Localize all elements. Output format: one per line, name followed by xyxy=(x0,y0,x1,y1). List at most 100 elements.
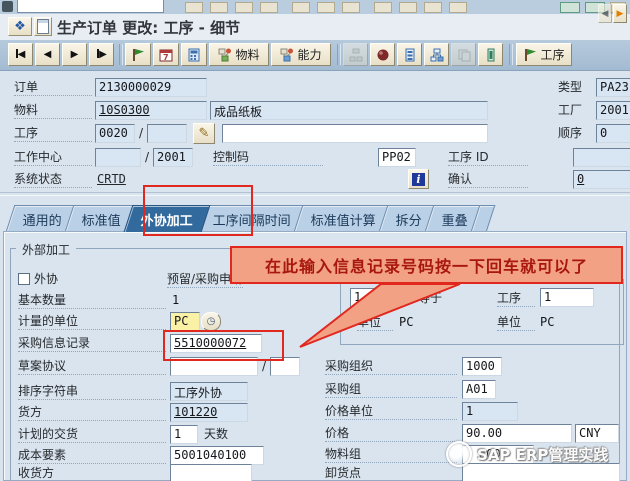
material-label: 物料 xyxy=(14,103,92,119)
subcontracting-checkbox[interactable] xyxy=(18,273,30,285)
find-next-icon[interactable] xyxy=(342,2,360,13)
order-type-field[interactable]: PA23 xyxy=(596,78,630,97)
new-session-icon[interactable] xyxy=(560,2,580,13)
price-label: 价格 xyxy=(325,426,457,442)
document-icon xyxy=(37,19,49,34)
operation-id-label: 工序 ID xyxy=(448,150,528,166)
page-last-icon[interactable] xyxy=(449,2,467,13)
hierarchy-button-disabled xyxy=(343,43,368,66)
operation-id-field[interactable] xyxy=(573,148,630,167)
currency-field[interactable]: CNY xyxy=(575,424,619,443)
material-description-field[interactable]: 成品纸板 xyxy=(210,101,488,120)
planned-delivery-field[interactable]: 1 xyxy=(170,425,198,444)
material-group-field[interactable]: 800 xyxy=(462,445,534,464)
price-unit-field[interactable]: 1 xyxy=(462,402,518,421)
cancel-icon[interactable] xyxy=(260,2,278,13)
days-label: 天数 xyxy=(204,427,228,442)
matchcode-button[interactable]: ◷ xyxy=(201,312,221,331)
price-field[interactable]: 90.00 xyxy=(462,424,572,443)
plant-field[interactable]: 2001 xyxy=(596,101,630,120)
capacity-icon xyxy=(280,48,294,62)
vendor-field[interactable]: 101220 xyxy=(170,403,248,422)
previous-icon: ◀ xyxy=(44,50,52,60)
control-key-field[interactable]: PP02 xyxy=(378,148,416,167)
command-field[interactable] xyxy=(17,0,164,13)
price-unit-label: 价格单位 xyxy=(325,404,457,420)
purchasing-org-field[interactable]: 1000 xyxy=(462,357,502,376)
unit-of-measure-field[interactable]: PC xyxy=(170,312,200,331)
page-title: 生产订单 更改: 工序 - 细节 xyxy=(57,17,240,38)
chevron-right-icon: ▶ xyxy=(617,9,624,19)
work-center-label: 工作中心 xyxy=(14,150,92,166)
costs-button[interactable] xyxy=(181,43,207,66)
sort-string-field[interactable]: 工序外协 xyxy=(170,382,248,401)
divider xyxy=(0,192,630,196)
tab-standard-value-calc[interactable]: 标准值计算 xyxy=(294,205,394,232)
operation-overview-button[interactable] xyxy=(397,43,422,66)
unloading-point-field[interactable] xyxy=(462,463,620,481)
capacity-button[interactable]: 能力 xyxy=(271,43,331,66)
page-first-icon[interactable] xyxy=(374,2,392,13)
hierarchy-icon xyxy=(349,48,363,62)
long-text-button[interactable]: ✎ xyxy=(193,123,215,144)
info-icon: i xyxy=(412,173,425,186)
qty-operation-label: 工序 xyxy=(497,291,535,307)
purchasing-org-label: 采购组织 xyxy=(325,359,457,375)
svg-text:7: 7 xyxy=(163,53,169,62)
quantity-field[interactable]: 1 xyxy=(350,288,404,307)
order-field[interactable]: 2130000029 xyxy=(95,78,207,97)
dates-button[interactable]: 7 xyxy=(153,43,179,66)
enter-icon[interactable] xyxy=(2,1,13,12)
tab-scroll-left-button[interactable]: ◀ xyxy=(598,4,612,23)
material-field[interactable]: 10S0300 xyxy=(95,101,207,120)
save-icon[interactable] xyxy=(185,2,203,13)
work-center-plant-field[interactable]: 2001 xyxy=(153,148,193,167)
next-operation-button[interactable]: ▶ xyxy=(62,43,87,66)
system-status-label: 系统状态 xyxy=(14,172,92,188)
component-overview-button[interactable] xyxy=(370,43,395,66)
print-icon[interactable] xyxy=(292,2,310,13)
list-icon xyxy=(403,48,417,62)
last-operation-button[interactable]: ▶ xyxy=(89,43,114,66)
sphere-icon xyxy=(376,48,390,62)
copy-icon xyxy=(457,48,471,62)
operation-button[interactable]: 工序 xyxy=(516,43,572,66)
exit-icon[interactable] xyxy=(235,2,253,13)
material-button[interactable]: 物料 xyxy=(209,43,269,66)
gui-status-button[interactable]: ❖ xyxy=(8,17,32,36)
matchcode-icon: ◷ xyxy=(207,316,216,327)
operation-text-field[interactable] xyxy=(222,124,488,143)
status-info-button[interactable]: i xyxy=(408,169,429,189)
sequence-field[interactable]: 0 xyxy=(596,124,630,143)
sequence-overview-button[interactable] xyxy=(424,43,449,66)
page-down-icon[interactable] xyxy=(424,2,442,13)
purchasing-group-field[interactable]: A01 xyxy=(462,380,496,399)
cost-element-field[interactable]: 5001040100 xyxy=(170,446,264,465)
previous-operation-button[interactable]: ◀ xyxy=(35,43,60,66)
goods-recipient-field[interactable] xyxy=(170,464,252,481)
work-center-field[interactable] xyxy=(95,148,141,167)
tab-scroll-right-button[interactable]: ▶ xyxy=(613,4,627,23)
release-button[interactable] xyxy=(125,43,151,66)
qty-operation-field[interactable]: 1 xyxy=(540,288,594,307)
services-button[interactable] xyxy=(34,17,52,36)
components-icon xyxy=(218,48,232,62)
page-up-icon[interactable] xyxy=(399,2,417,13)
operation-number-field[interactable]: 0020 xyxy=(95,124,135,143)
tab-highlight-rect xyxy=(143,185,253,236)
find-icon[interactable] xyxy=(317,2,335,13)
flag-icon xyxy=(131,48,145,62)
system-status-value[interactable]: CRTD xyxy=(97,172,126,187)
refresh-button[interactable] xyxy=(478,43,503,66)
order-label: 订单 xyxy=(14,80,92,96)
equals-label: 等于 xyxy=(418,291,442,306)
first-icon: ◀ xyxy=(16,49,26,60)
first-operation-button[interactable]: ◀ xyxy=(8,43,33,66)
next-icon: ▶ xyxy=(71,50,79,60)
back-icon[interactable] xyxy=(210,2,228,13)
sort-string-label: 排序字符串 xyxy=(18,384,166,400)
suboperation-field[interactable] xyxy=(147,124,187,143)
confirmation-field[interactable]: 0 xyxy=(573,170,630,189)
operation-button-label: 工序 xyxy=(540,46,564,63)
operation-label: 工序 xyxy=(14,126,92,142)
